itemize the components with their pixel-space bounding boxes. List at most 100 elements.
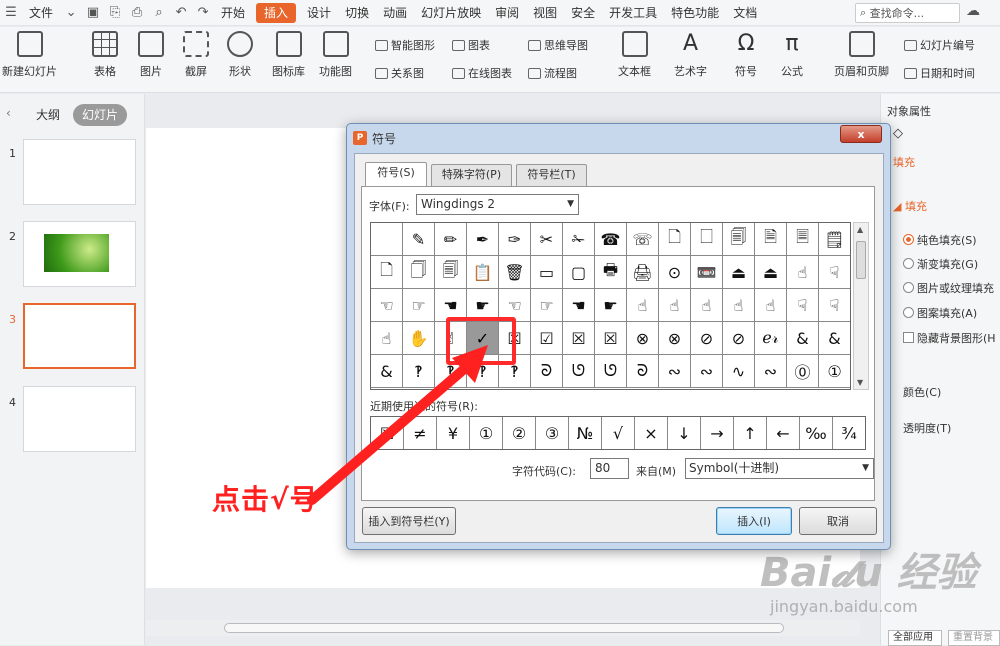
tab-symbols[interactable]: 符号(S)	[365, 162, 427, 187]
formula-button[interactable]: π 公式	[779, 31, 805, 79]
recent-symbol-cell[interactable]: √	[602, 417, 635, 449]
scroll-down-icon[interactable]: ▼	[857, 378, 863, 387]
tab-slides[interactable]: 幻灯片	[73, 104, 128, 126]
symbol-cell[interactable]: 🗎	[755, 223, 787, 256]
symbol-cell[interactable]: ☞	[403, 289, 435, 322]
fill-header[interactable]: ◢ 填充	[893, 198, 927, 214]
symbol-cell[interactable]: ✑	[499, 223, 531, 256]
recent-symbol-cell[interactable]: ¾	[833, 417, 865, 449]
picture-button[interactable]: 图片	[138, 31, 164, 79]
menu-security[interactable]: 安全	[564, 0, 602, 26]
symbol-cell[interactable]: ✂	[531, 223, 563, 256]
recent-symbol-cell[interactable]: ↓	[668, 417, 701, 449]
slide-thumbnail[interactable]	[23, 221, 136, 287]
symbol-cell[interactable]: ☞	[531, 289, 563, 322]
shapes-button[interactable]: 形状	[227, 31, 253, 79]
recent-symbol-cell[interactable]: ③	[536, 417, 569, 449]
chart-button[interactable]: 图表	[452, 37, 490, 53]
recent-symbol-cell[interactable]: ☒	[371, 417, 404, 449]
tab-special-chars[interactable]: 特殊字符(P)	[431, 164, 512, 186]
recent-symbol-cell[interactable]: ←	[767, 417, 800, 449]
symbol-cell[interactable]: 📋	[467, 256, 499, 289]
datetime-button[interactable]: 日期和时间	[904, 65, 975, 81]
font-select[interactable]: Wingdings 2 ▼	[416, 194, 579, 215]
char-code-input[interactable]: 80	[590, 458, 629, 479]
symbol-cell[interactable]: &	[819, 322, 850, 355]
slide-thumbnail[interactable]	[23, 386, 136, 452]
hide-background-checkbox[interactable]: 隐藏背景图形(H	[903, 330, 996, 346]
symbol-cell[interactable]: ☒	[563, 322, 595, 355]
slide-thumbnail-selected[interactable]	[23, 303, 136, 369]
recent-symbol-cell[interactable]: ≠	[404, 417, 437, 449]
symbol-cell[interactable]: ∾	[755, 355, 787, 388]
slide-number-button[interactable]: 幻灯片编号	[904, 37, 975, 53]
symbol-cell[interactable]: ▭	[531, 256, 563, 289]
smart-shape-button[interactable]: 智能图形	[375, 37, 435, 53]
symbol-cell[interactable]: ⊗	[659, 322, 691, 355]
symbol-cell[interactable]: ①	[819, 355, 850, 388]
textbox-button[interactable]: 文本框	[618, 31, 651, 79]
radio-picture-fill[interactable]: 图片或纹理填充	[903, 280, 994, 296]
symbol-cell[interactable]: ☏	[627, 223, 659, 256]
symbol-cell[interactable]: 🗋	[659, 223, 691, 256]
insert-to-symbol-bar-button[interactable]: 插入到符号栏(Y)	[362, 507, 456, 535]
symbol-cell[interactable]: ☝	[691, 289, 723, 322]
tab-outline[interactable]: 大纲	[36, 104, 60, 126]
symbol-cell[interactable]: ✏	[435, 223, 467, 256]
symbol-cell[interactable]: 🗌	[691, 223, 723, 256]
symbol-cell[interactable]: 🗒	[819, 223, 850, 256]
tab-fill[interactable]: 填充	[893, 154, 915, 170]
from-select[interactable]: Symbol(十进制) ▼	[685, 458, 874, 479]
symbol-cell[interactable]: ☝	[755, 289, 787, 322]
symbol-cell[interactable]: ‽	[403, 355, 435, 388]
symbol-cell[interactable]: ℯ𝓇	[755, 322, 787, 355]
symbol-cell[interactable]: 🗐	[723, 223, 755, 256]
symbol-cell[interactable]: ☝	[787, 256, 819, 289]
menu-devtools[interactable]: 开发工具	[602, 0, 664, 26]
export-icon[interactable]: ⎘	[104, 0, 126, 26]
panel-title[interactable]: 对象属性	[887, 103, 931, 119]
symbol-cell[interactable]: ⏏	[723, 256, 755, 289]
symbol-cell[interactable]: ∾	[691, 355, 723, 388]
wordart-button[interactable]: A 艺术字	[674, 31, 707, 79]
search-command-input[interactable]: ⌕ 查找命令...	[855, 3, 960, 23]
menu-view[interactable]: 视图	[526, 0, 564, 26]
recent-symbol-cell[interactable]: ①	[470, 417, 503, 449]
recent-symbol-cell[interactable]: ¥	[437, 417, 470, 449]
symbol-cell[interactable]: ▢	[563, 256, 595, 289]
symbol-cell[interactable]: ☒	[595, 322, 627, 355]
chevron-down-icon[interactable]: ⌄	[60, 0, 82, 26]
menu-design[interactable]: 设计	[300, 0, 338, 26]
close-button[interactable]: x	[840, 125, 882, 143]
undo-icon[interactable]: ↶	[170, 0, 192, 26]
scrollbar-thumb[interactable]	[856, 241, 866, 279]
screenshot-button[interactable]: 截屏	[183, 31, 209, 79]
symbol-cell[interactable]: ∿	[723, 355, 755, 388]
menu-file[interactable]: 文件	[22, 0, 60, 26]
symbol-cell[interactable]: ☜	[371, 289, 403, 322]
online-chart-button[interactable]: 在线图表	[452, 65, 512, 81]
symbol-cell[interactable]: 🗐	[435, 256, 467, 289]
radio-solid-fill[interactable]: 纯色填充(S)	[903, 232, 977, 248]
function-chart-button[interactable]: 功能图	[319, 31, 352, 79]
table-button[interactable]: 表格	[92, 31, 118, 79]
scrollbar-thumb[interactable]	[224, 623, 784, 633]
hamburger-icon[interactable]: ☰	[0, 0, 22, 26]
save-icon[interactable]: ▣	[82, 0, 104, 26]
symbol-cell[interactable]: 🗍	[403, 256, 435, 289]
symbol-cell[interactable]: 🗏	[787, 223, 819, 256]
symbol-cell[interactable]: ᘎ	[595, 355, 627, 388]
symbol-cell[interactable]: 🖨	[627, 256, 659, 289]
scroll-up-icon[interactable]: ▲	[857, 225, 863, 234]
menu-animation[interactable]: 动画	[376, 0, 414, 26]
symbol-cell[interactable]: ☟	[819, 256, 850, 289]
recent-symbol-cell[interactable]: ②	[503, 417, 536, 449]
symbol-cell[interactable]: &	[787, 322, 819, 355]
recent-symbol-cell[interactable]: →	[701, 417, 734, 449]
menu-review[interactable]: 审阅	[488, 0, 526, 26]
menu-insert[interactable]: 插入	[256, 2, 297, 23]
symbol-cell[interactable]: ☝	[659, 289, 691, 322]
recent-symbol-cell[interactable]: ×	[635, 417, 668, 449]
symbol-cell[interactable]: ☎	[595, 223, 627, 256]
horizontal-scrollbar[interactable]	[146, 620, 860, 636]
